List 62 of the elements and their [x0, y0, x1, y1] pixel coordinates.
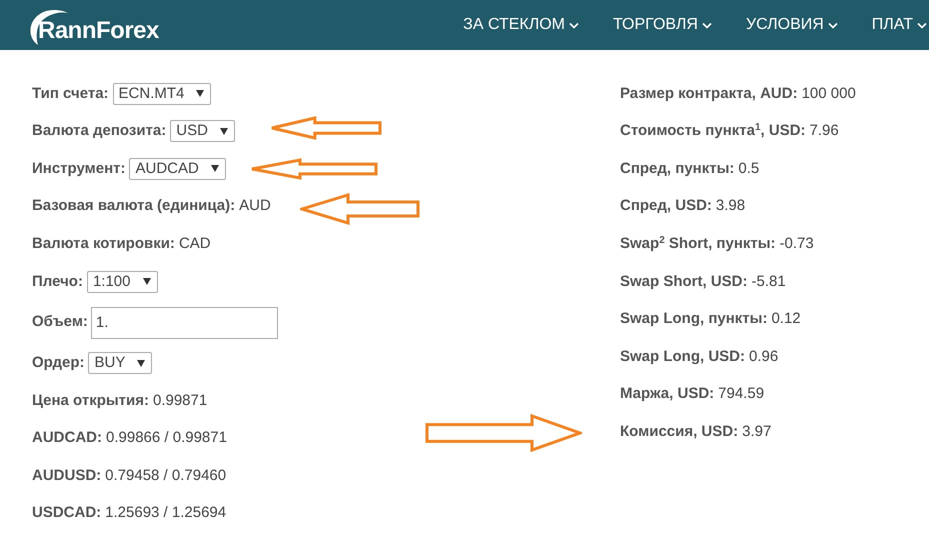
left-arrow-icon	[270, 116, 382, 140]
right-arrow-icon	[425, 414, 582, 452]
left-arrow-icon	[300, 193, 420, 225]
field-label: Валюта котировки:	[32, 234, 175, 254]
field-label: Ордер:	[32, 353, 84, 374]
nav-menu-item[interactable]: ТОРГОВЛЯ	[613, 13, 712, 37]
chevron-down-icon	[917, 22, 927, 28]
field-label: Тип счета:	[32, 84, 109, 104]
field-label: Размер контракта, AUD:	[620, 84, 798, 104]
chevron-down-icon	[828, 22, 838, 28]
field-value: 0.99866 / 0.99871	[106, 428, 227, 448]
field-value: 7.96	[810, 121, 839, 142]
field-value: CAD	[178, 234, 211, 254]
left-arrow-icon	[250, 158, 378, 180]
dropdown[interactable]: BUY	[88, 352, 152, 374]
field-label: Swap Long, USD:	[620, 346, 745, 367]
field-value: 3.98	[716, 196, 746, 216]
input-field[interactable]: 1.	[90, 306, 278, 339]
field-label: Базовая валюта (единица):	[32, 196, 236, 216]
nav-menu-item[interactable]: ЗА СТЕКЛОМ	[463, 13, 579, 37]
field-value: -5.81	[752, 272, 786, 292]
field-value: AUD	[239, 196, 271, 216]
caret-icon	[220, 128, 228, 135]
logo-link[interactable]: RannForex	[38, 19, 159, 43]
field-value: 794.59	[718, 384, 764, 404]
field-value: 1.25693 / 1.25694	[105, 503, 226, 524]
caret-icon	[196, 90, 204, 98]
field-label: Маржа, USD:	[620, 384, 714, 404]
nav-menu-item[interactable]: ПЛАТ	[872, 13, 927, 37]
field-label: Swap Short, USD:	[620, 272, 748, 292]
dropdown[interactable]: 1:100	[86, 270, 158, 293]
field-label: Swap Long, пункты:	[620, 309, 768, 330]
field-label: Плечо:	[32, 272, 83, 292]
caret-icon	[142, 278, 150, 286]
field-value: 3.97	[742, 422, 772, 442]
dropdown[interactable]: USD	[170, 120, 235, 142]
field-label: Цена открытия:	[32, 390, 149, 411]
field-label: Спред, USD:	[620, 196, 712, 216]
chevron-down-icon	[702, 22, 712, 28]
field-label: Инструмент:	[32, 158, 126, 179]
field-label: Swap$^{2}$ Short, пункты:	[620, 234, 776, 254]
field-label: Спред, пункты:	[620, 158, 734, 179]
field-label: Стоимость пункта$^{1}$, USD:	[620, 121, 806, 142]
field-label: AUDCAD:	[32, 428, 102, 448]
field-value: 100 000	[802, 84, 856, 104]
nav-menu-item[interactable]: УСЛОВИЯ	[746, 13, 838, 37]
field-value: 0.5	[738, 158, 760, 179]
field-value: 0.99871	[152, 390, 208, 411]
field-label: Комиссия, USD:	[620, 422, 738, 442]
chevron-down-icon	[569, 22, 579, 28]
field-value: 0.79458 / 0.79460	[105, 466, 226, 486]
field-value: 0.12	[771, 309, 801, 330]
field-label: USDCAD:	[32, 503, 102, 524]
field-label: AUDUSD:	[32, 466, 102, 486]
field-label: Объем:	[32, 312, 88, 332]
dropdown[interactable]: ECN.MT4	[112, 82, 212, 105]
dropdown[interactable]: AUDCAD	[129, 158, 226, 180]
caret-icon	[210, 165, 219, 172]
field-label: Валюта депозита:	[32, 121, 166, 142]
caret-icon	[137, 360, 146, 367]
field-value: 0.96	[749, 346, 778, 367]
field-value: -0.73	[780, 234, 814, 254]
